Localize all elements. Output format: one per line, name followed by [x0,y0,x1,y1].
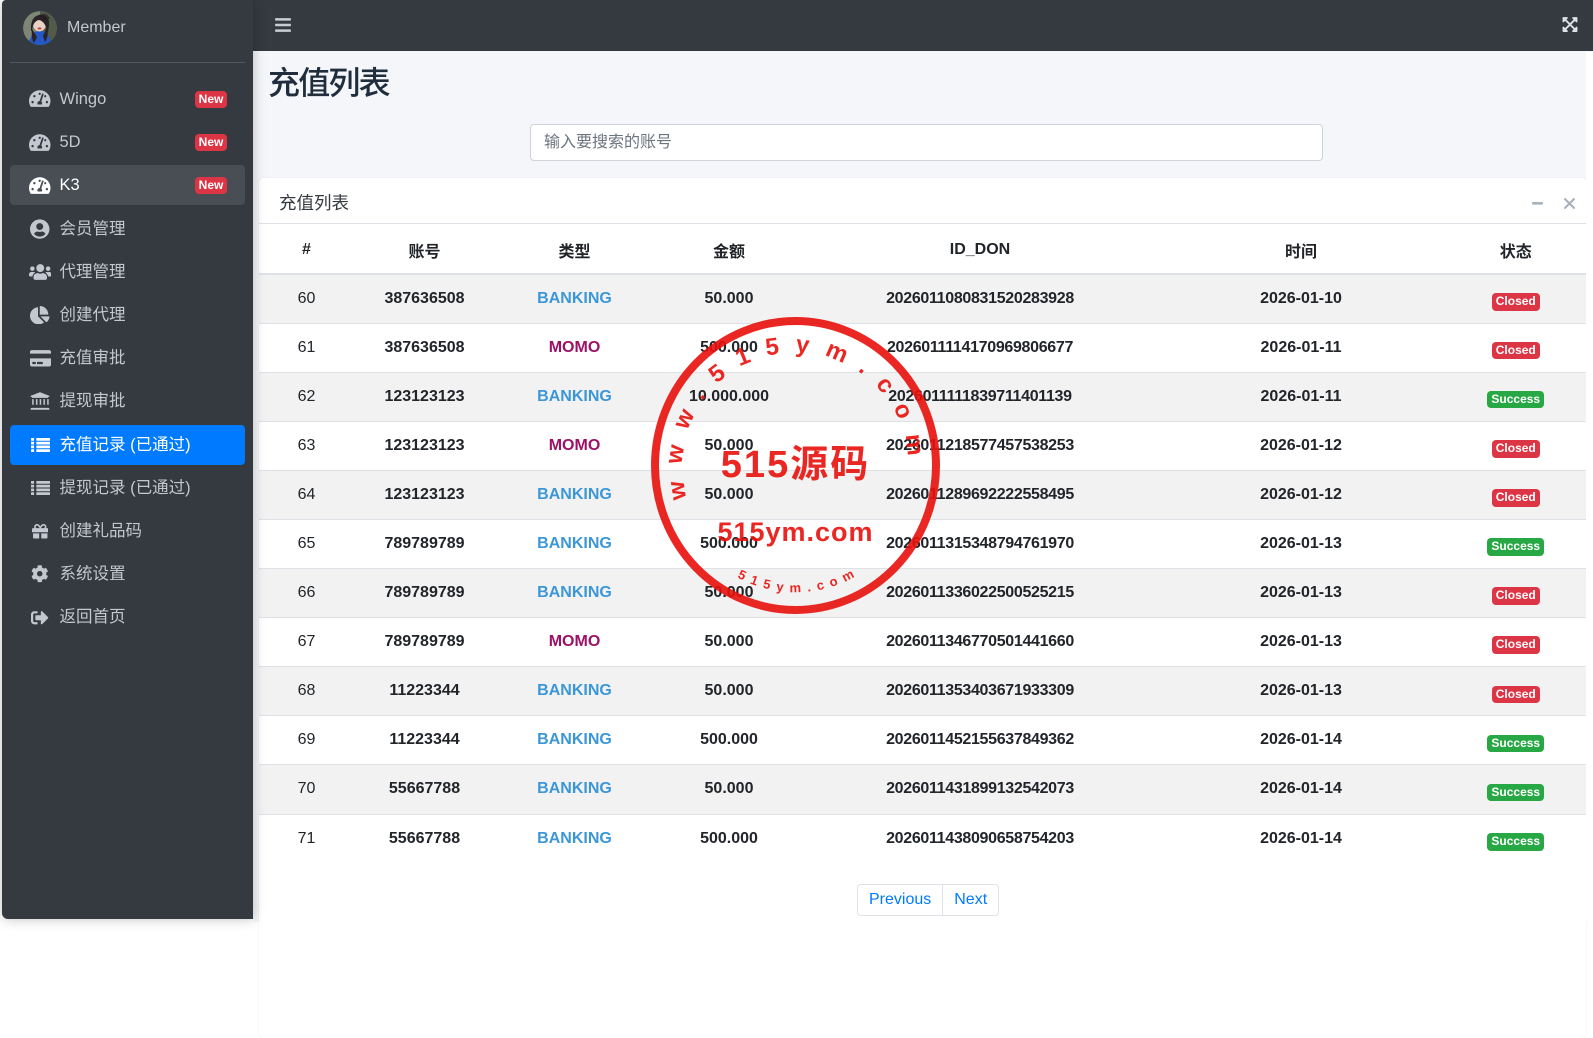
svg-text:515ym.com: 515ym.com [717,517,873,547]
svg-text:515ym.com: 515ym.com [736,563,862,595]
svg-text:515源码: 515源码 [721,444,870,486]
